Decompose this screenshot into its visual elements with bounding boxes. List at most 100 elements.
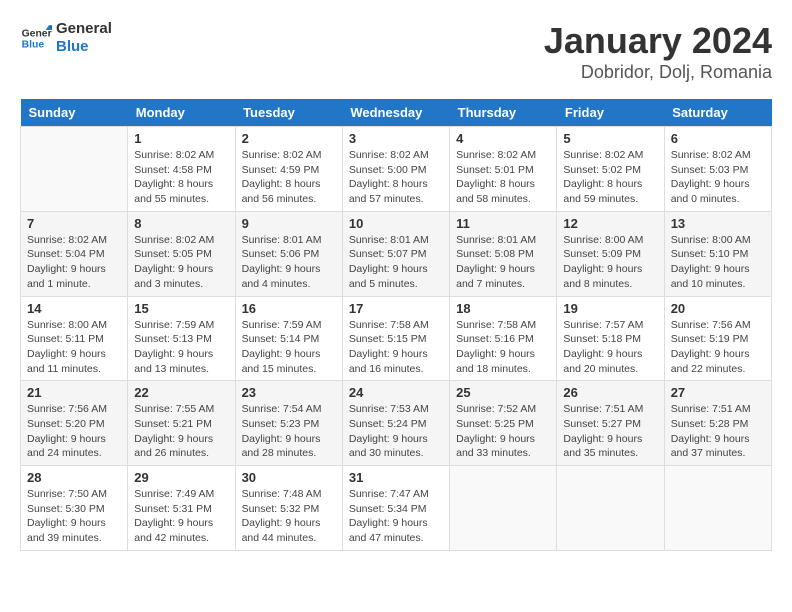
calendar-cell: 27 Sunrise: 7:51 AMSunset: 5:28 PMDaylig…: [664, 381, 771, 466]
day-number: 13: [671, 216, 765, 231]
day-number: 15: [134, 301, 228, 316]
svg-text:General: General: [22, 28, 52, 39]
calendar-cell: 23 Sunrise: 7:54 AMSunset: 5:23 PMDaylig…: [235, 381, 342, 466]
day-info: Sunrise: 7:48 AMSunset: 5:32 PMDaylight:…: [242, 487, 336, 546]
logo-text-general: General: [56, 20, 112, 38]
day-number: 31: [349, 470, 443, 485]
calendar-cell: 11 Sunrise: 8:01 AMSunset: 5:08 PMDaylig…: [450, 211, 557, 296]
day-info: Sunrise: 7:51 AMSunset: 5:28 PMDaylight:…: [671, 402, 765, 461]
calendar-cell: 13 Sunrise: 8:00 AMSunset: 5:10 PMDaylig…: [664, 211, 771, 296]
page-header: General Blue General Blue January 2024 D…: [20, 20, 772, 83]
calendar-cell: 20 Sunrise: 7:56 AMSunset: 5:19 PMDaylig…: [664, 296, 771, 381]
calendar-cell: 10 Sunrise: 8:01 AMSunset: 5:07 PMDaylig…: [342, 211, 449, 296]
calendar-cell: 4 Sunrise: 8:02 AMSunset: 5:01 PMDayligh…: [450, 127, 557, 212]
logo-icon: General Blue: [20, 22, 52, 54]
day-number: 9: [242, 216, 336, 231]
day-info: Sunrise: 7:58 AMSunset: 5:15 PMDaylight:…: [349, 318, 443, 377]
day-number: 5: [563, 131, 657, 146]
day-info: Sunrise: 8:00 AMSunset: 5:09 PMDaylight:…: [563, 233, 657, 292]
day-info: Sunrise: 7:54 AMSunset: 5:23 PMDaylight:…: [242, 402, 336, 461]
calendar-cell: 21 Sunrise: 7:56 AMSunset: 5:20 PMDaylig…: [21, 381, 128, 466]
day-number: 20: [671, 301, 765, 316]
day-info: Sunrise: 8:02 AMSunset: 4:58 PMDaylight:…: [134, 148, 228, 207]
calendar-cell: 30 Sunrise: 7:48 AMSunset: 5:32 PMDaylig…: [235, 466, 342, 551]
calendar-cell: [21, 127, 128, 212]
weekday-header-tuesday: Tuesday: [235, 99, 342, 127]
calendar-cell: 14 Sunrise: 8:00 AMSunset: 5:11 PMDaylig…: [21, 296, 128, 381]
day-info: Sunrise: 7:55 AMSunset: 5:21 PMDaylight:…: [134, 402, 228, 461]
day-info: Sunrise: 7:52 AMSunset: 5:25 PMDaylight:…: [456, 402, 550, 461]
calendar-cell: 25 Sunrise: 7:52 AMSunset: 5:25 PMDaylig…: [450, 381, 557, 466]
calendar-cell: 2 Sunrise: 8:02 AMSunset: 4:59 PMDayligh…: [235, 127, 342, 212]
day-number: 23: [242, 385, 336, 400]
day-number: 6: [671, 131, 765, 146]
day-number: 1: [134, 131, 228, 146]
weekday-header-friday: Friday: [557, 99, 664, 127]
calendar-cell: 8 Sunrise: 8:02 AMSunset: 5:05 PMDayligh…: [128, 211, 235, 296]
day-number: 30: [242, 470, 336, 485]
day-number: 2: [242, 131, 336, 146]
day-number: 14: [27, 301, 121, 316]
day-info: Sunrise: 7:56 AMSunset: 5:20 PMDaylight:…: [27, 402, 121, 461]
calendar-subtitle: Dobridor, Dolj, Romania: [544, 62, 772, 83]
day-info: Sunrise: 8:00 AMSunset: 5:11 PMDaylight:…: [27, 318, 121, 377]
day-number: 22: [134, 385, 228, 400]
calendar-cell: 28 Sunrise: 7:50 AMSunset: 5:30 PMDaylig…: [21, 466, 128, 551]
day-number: 28: [27, 470, 121, 485]
day-number: 19: [563, 301, 657, 316]
day-info: Sunrise: 7:58 AMSunset: 5:16 PMDaylight:…: [456, 318, 550, 377]
title-block: January 2024 Dobridor, Dolj, Romania: [544, 20, 772, 83]
day-number: 4: [456, 131, 550, 146]
day-info: Sunrise: 7:56 AMSunset: 5:19 PMDaylight:…: [671, 318, 765, 377]
weekday-header-wednesday: Wednesday: [342, 99, 449, 127]
logo: General Blue General Blue: [20, 20, 112, 56]
day-number: 8: [134, 216, 228, 231]
svg-text:Blue: Blue: [22, 40, 45, 51]
calendar-cell: 19 Sunrise: 7:57 AMSunset: 5:18 PMDaylig…: [557, 296, 664, 381]
calendar-table: SundayMondayTuesdayWednesdayThursdayFrid…: [20, 99, 772, 551]
day-info: Sunrise: 8:02 AMSunset: 5:01 PMDaylight:…: [456, 148, 550, 207]
calendar-cell: 3 Sunrise: 8:02 AMSunset: 5:00 PMDayligh…: [342, 127, 449, 212]
day-info: Sunrise: 7:59 AMSunset: 5:14 PMDaylight:…: [242, 318, 336, 377]
day-info: Sunrise: 8:02 AMSunset: 5:00 PMDaylight:…: [349, 148, 443, 207]
day-info: Sunrise: 8:02 AMSunset: 5:04 PMDaylight:…: [27, 233, 121, 292]
logo-text-blue: Blue: [56, 38, 112, 56]
weekday-header-thursday: Thursday: [450, 99, 557, 127]
calendar-cell: 31 Sunrise: 7:47 AMSunset: 5:34 PMDaylig…: [342, 466, 449, 551]
day-info: Sunrise: 8:02 AMSunset: 5:05 PMDaylight:…: [134, 233, 228, 292]
day-info: Sunrise: 7:57 AMSunset: 5:18 PMDaylight:…: [563, 318, 657, 377]
day-info: Sunrise: 8:01 AMSunset: 5:08 PMDaylight:…: [456, 233, 550, 292]
day-info: Sunrise: 8:02 AMSunset: 4:59 PMDaylight:…: [242, 148, 336, 207]
day-info: Sunrise: 7:51 AMSunset: 5:27 PMDaylight:…: [563, 402, 657, 461]
calendar-cell: 24 Sunrise: 7:53 AMSunset: 5:24 PMDaylig…: [342, 381, 449, 466]
calendar-title: January 2024: [544, 20, 772, 62]
day-info: Sunrise: 8:02 AMSunset: 5:02 PMDaylight:…: [563, 148, 657, 207]
weekday-header-monday: Monday: [128, 99, 235, 127]
day-info: Sunrise: 7:50 AMSunset: 5:30 PMDaylight:…: [27, 487, 121, 546]
calendar-cell: 12 Sunrise: 8:00 AMSunset: 5:09 PMDaylig…: [557, 211, 664, 296]
day-number: 12: [563, 216, 657, 231]
calendar-cell: [664, 466, 771, 551]
calendar-cell: [450, 466, 557, 551]
day-number: 25: [456, 385, 550, 400]
day-number: 24: [349, 385, 443, 400]
calendar-cell: 29 Sunrise: 7:49 AMSunset: 5:31 PMDaylig…: [128, 466, 235, 551]
day-number: 29: [134, 470, 228, 485]
calendar-cell: 6 Sunrise: 8:02 AMSunset: 5:03 PMDayligh…: [664, 127, 771, 212]
day-info: Sunrise: 7:53 AMSunset: 5:24 PMDaylight:…: [349, 402, 443, 461]
day-number: 27: [671, 385, 765, 400]
calendar-cell: 5 Sunrise: 8:02 AMSunset: 5:02 PMDayligh…: [557, 127, 664, 212]
day-number: 11: [456, 216, 550, 231]
calendar-cell: 16 Sunrise: 7:59 AMSunset: 5:14 PMDaylig…: [235, 296, 342, 381]
day-number: 10: [349, 216, 443, 231]
day-info: Sunrise: 8:00 AMSunset: 5:10 PMDaylight:…: [671, 233, 765, 292]
day-number: 21: [27, 385, 121, 400]
day-info: Sunrise: 8:02 AMSunset: 5:03 PMDaylight:…: [671, 148, 765, 207]
day-info: Sunrise: 7:49 AMSunset: 5:31 PMDaylight:…: [134, 487, 228, 546]
day-number: 18: [456, 301, 550, 316]
day-number: 16: [242, 301, 336, 316]
calendar-cell: 18 Sunrise: 7:58 AMSunset: 5:16 PMDaylig…: [450, 296, 557, 381]
day-number: 17: [349, 301, 443, 316]
day-number: 26: [563, 385, 657, 400]
day-number: 3: [349, 131, 443, 146]
